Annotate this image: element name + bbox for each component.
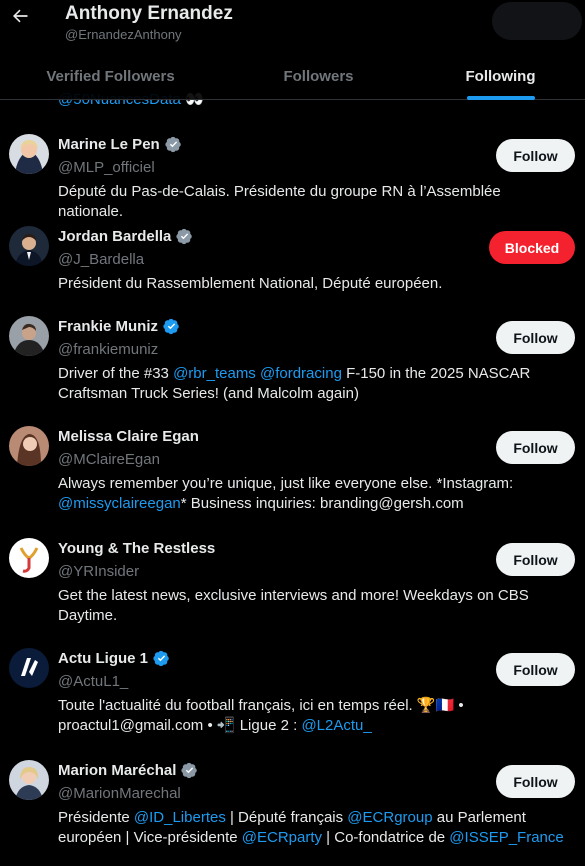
bio-text: Always remember you’re unique, just like… xyxy=(58,475,514,492)
follow-button[interactable]: Follow xyxy=(496,543,575,576)
verified-badge-icon xyxy=(165,136,181,153)
user-name-line: Jordan Bardella xyxy=(58,228,193,245)
follow-button[interactable]: Follow xyxy=(496,765,575,798)
bio-text: Président du Rassemblement National, Dép… xyxy=(58,275,443,292)
tab-following[interactable]: Following xyxy=(416,52,585,100)
user-name-line: Marion Maréchal xyxy=(58,762,198,779)
user-row[interactable]: Marion Maréchal @MarionMarechal Présidente… xyxy=(0,752,585,862)
tab-followers[interactable]: Followers xyxy=(221,52,416,100)
user-name-line: Actu Ligue 1 xyxy=(58,650,170,667)
avatar[interactable] xyxy=(9,426,49,466)
user-bio: Get the latest news, exclusive interview… xyxy=(58,586,568,626)
user-name[interactable]: Marion Maréchal xyxy=(58,762,176,779)
follow-button[interactable]: Follow xyxy=(496,653,575,686)
user-name[interactable]: Young & The Restless xyxy=(58,540,215,557)
active-tab-indicator xyxy=(466,96,535,100)
user-handle[interactable]: @MarionMarechal xyxy=(58,785,181,802)
user-row[interactable]: Melissa Claire Egan @MClaireEgan Always re… xyxy=(0,418,585,530)
bio-text: Driver of the #33 xyxy=(58,365,174,382)
user-name[interactable]: Marine Le Pen xyxy=(58,136,160,153)
user-name[interactable]: Frankie Muniz xyxy=(58,318,158,335)
bio-text: Toute l'actualité du football français, … xyxy=(58,697,464,734)
user-row[interactable]: Young & The Restless @YRInsider Get the la… xyxy=(0,530,585,640)
bio-text: * Business inquiries: branding@gersh.com xyxy=(180,495,464,512)
user-handle[interactable]: @J_Bardella xyxy=(58,251,144,268)
bio-text: Get the latest news, exclusive interview… xyxy=(58,587,529,624)
mention-link[interactable]: @fordracing xyxy=(260,365,342,382)
verified-badge-icon xyxy=(181,762,198,779)
user-row[interactable]: Frankie Muniz @frankiemuniz Driver of the … xyxy=(0,308,585,418)
user-name-line: Young & The Restless xyxy=(58,540,215,557)
avatar[interactable] xyxy=(9,760,49,800)
bio-text: Présidente xyxy=(58,809,134,826)
mention-link[interactable]: @ISSEP_France xyxy=(449,829,563,846)
tab-verified-followers[interactable]: Verified Followers xyxy=(0,52,221,100)
avatar[interactable] xyxy=(9,648,49,688)
header-search-blur xyxy=(492,2,582,40)
back-button[interactable] xyxy=(6,2,34,30)
follow-button[interactable]: Follow xyxy=(496,139,575,172)
verified-badge-icon xyxy=(176,228,193,245)
user-name-line: Melissa Claire Egan xyxy=(58,428,199,445)
avatar[interactable] xyxy=(9,134,49,174)
user-handle[interactable]: @frankiemuniz xyxy=(58,341,158,358)
tab-bar: Verified Followers Followers Following xyxy=(0,52,585,100)
tab-label: Following xyxy=(465,67,536,85)
mention-link[interactable]: @ID_Libertes xyxy=(134,809,226,826)
user-name[interactable]: Jordan Bardella xyxy=(58,228,171,245)
verified-badge-icon xyxy=(153,650,169,667)
user-handle[interactable]: @ActuL1_ xyxy=(58,673,128,690)
user-name-line: Marine Le Pen xyxy=(58,136,182,153)
avatar[interactable] xyxy=(9,538,49,578)
user-bio: Député du Pas-de-Calais. Présidente du g… xyxy=(58,182,568,222)
profile-name: Anthony Ernandez xyxy=(65,3,233,24)
avatar[interactable] xyxy=(9,226,49,266)
follow-button[interactable]: Follow xyxy=(496,431,575,464)
verified-badge-icon xyxy=(163,318,179,335)
tab-label: Followers xyxy=(283,67,354,85)
blocked-button[interactable]: Blocked xyxy=(489,231,575,264)
mention-link[interactable]: @ECRparty xyxy=(242,829,322,846)
following-list: Marine Le Pen @MLP_officiel Député du Pas-… xyxy=(0,126,585,862)
user-bio: Présidente @ID_Libertes | Député françai… xyxy=(58,808,568,848)
follow-button[interactable]: Follow xyxy=(496,321,575,354)
user-row[interactable]: Actu Ligue 1 @ActuL1_ Toute l'actualité du… xyxy=(0,640,585,752)
user-name-line: Frankie Muniz xyxy=(58,318,180,335)
bio-text: | Député français xyxy=(225,809,348,826)
user-handle[interactable]: @YRInsider xyxy=(58,563,139,580)
arrow-left-icon xyxy=(13,9,28,23)
user-row[interactable]: Marine Le Pen @MLP_officiel Député du Pas-… xyxy=(0,126,585,220)
mention-link[interactable]: @ECRgroup xyxy=(347,809,432,826)
user-handle[interactable]: @MClaireEgan xyxy=(58,451,160,468)
profile-header: Anthony Ernandez @ErnandezAnthony Verifi… xyxy=(0,0,585,100)
avatar[interactable] xyxy=(9,316,49,356)
user-bio: Driver of the #33 @rbr_teams @fordracing… xyxy=(58,364,568,404)
mention-link[interactable]: @rbr_teams xyxy=(173,365,256,382)
user-handle[interactable]: @MLP_officiel xyxy=(58,159,155,176)
tab-label: Verified Followers xyxy=(46,67,175,85)
user-name[interactable]: Melissa Claire Egan xyxy=(58,428,199,445)
user-bio: Toute l'actualité du football français, … xyxy=(58,696,568,736)
bio-text: | Co-fondatrice de xyxy=(322,829,450,846)
user-bio: Always remember you’re unique, just like… xyxy=(58,474,568,514)
bio-text: Député du Pas-de-Calais. Présidente du g… xyxy=(58,183,501,220)
user-name[interactable]: Actu Ligue 1 xyxy=(58,650,148,667)
user-bio: Président du Rassemblement National, Dép… xyxy=(58,274,568,294)
user-row[interactable]: Jordan Bardella @J_Bardella Président du R… xyxy=(0,218,585,308)
mention-link[interactable]: @L2Actu_ xyxy=(301,717,371,734)
mention-link[interactable]: @missyclaireegan xyxy=(58,495,181,512)
profile-handle: @ErnandezAnthony xyxy=(65,27,182,42)
